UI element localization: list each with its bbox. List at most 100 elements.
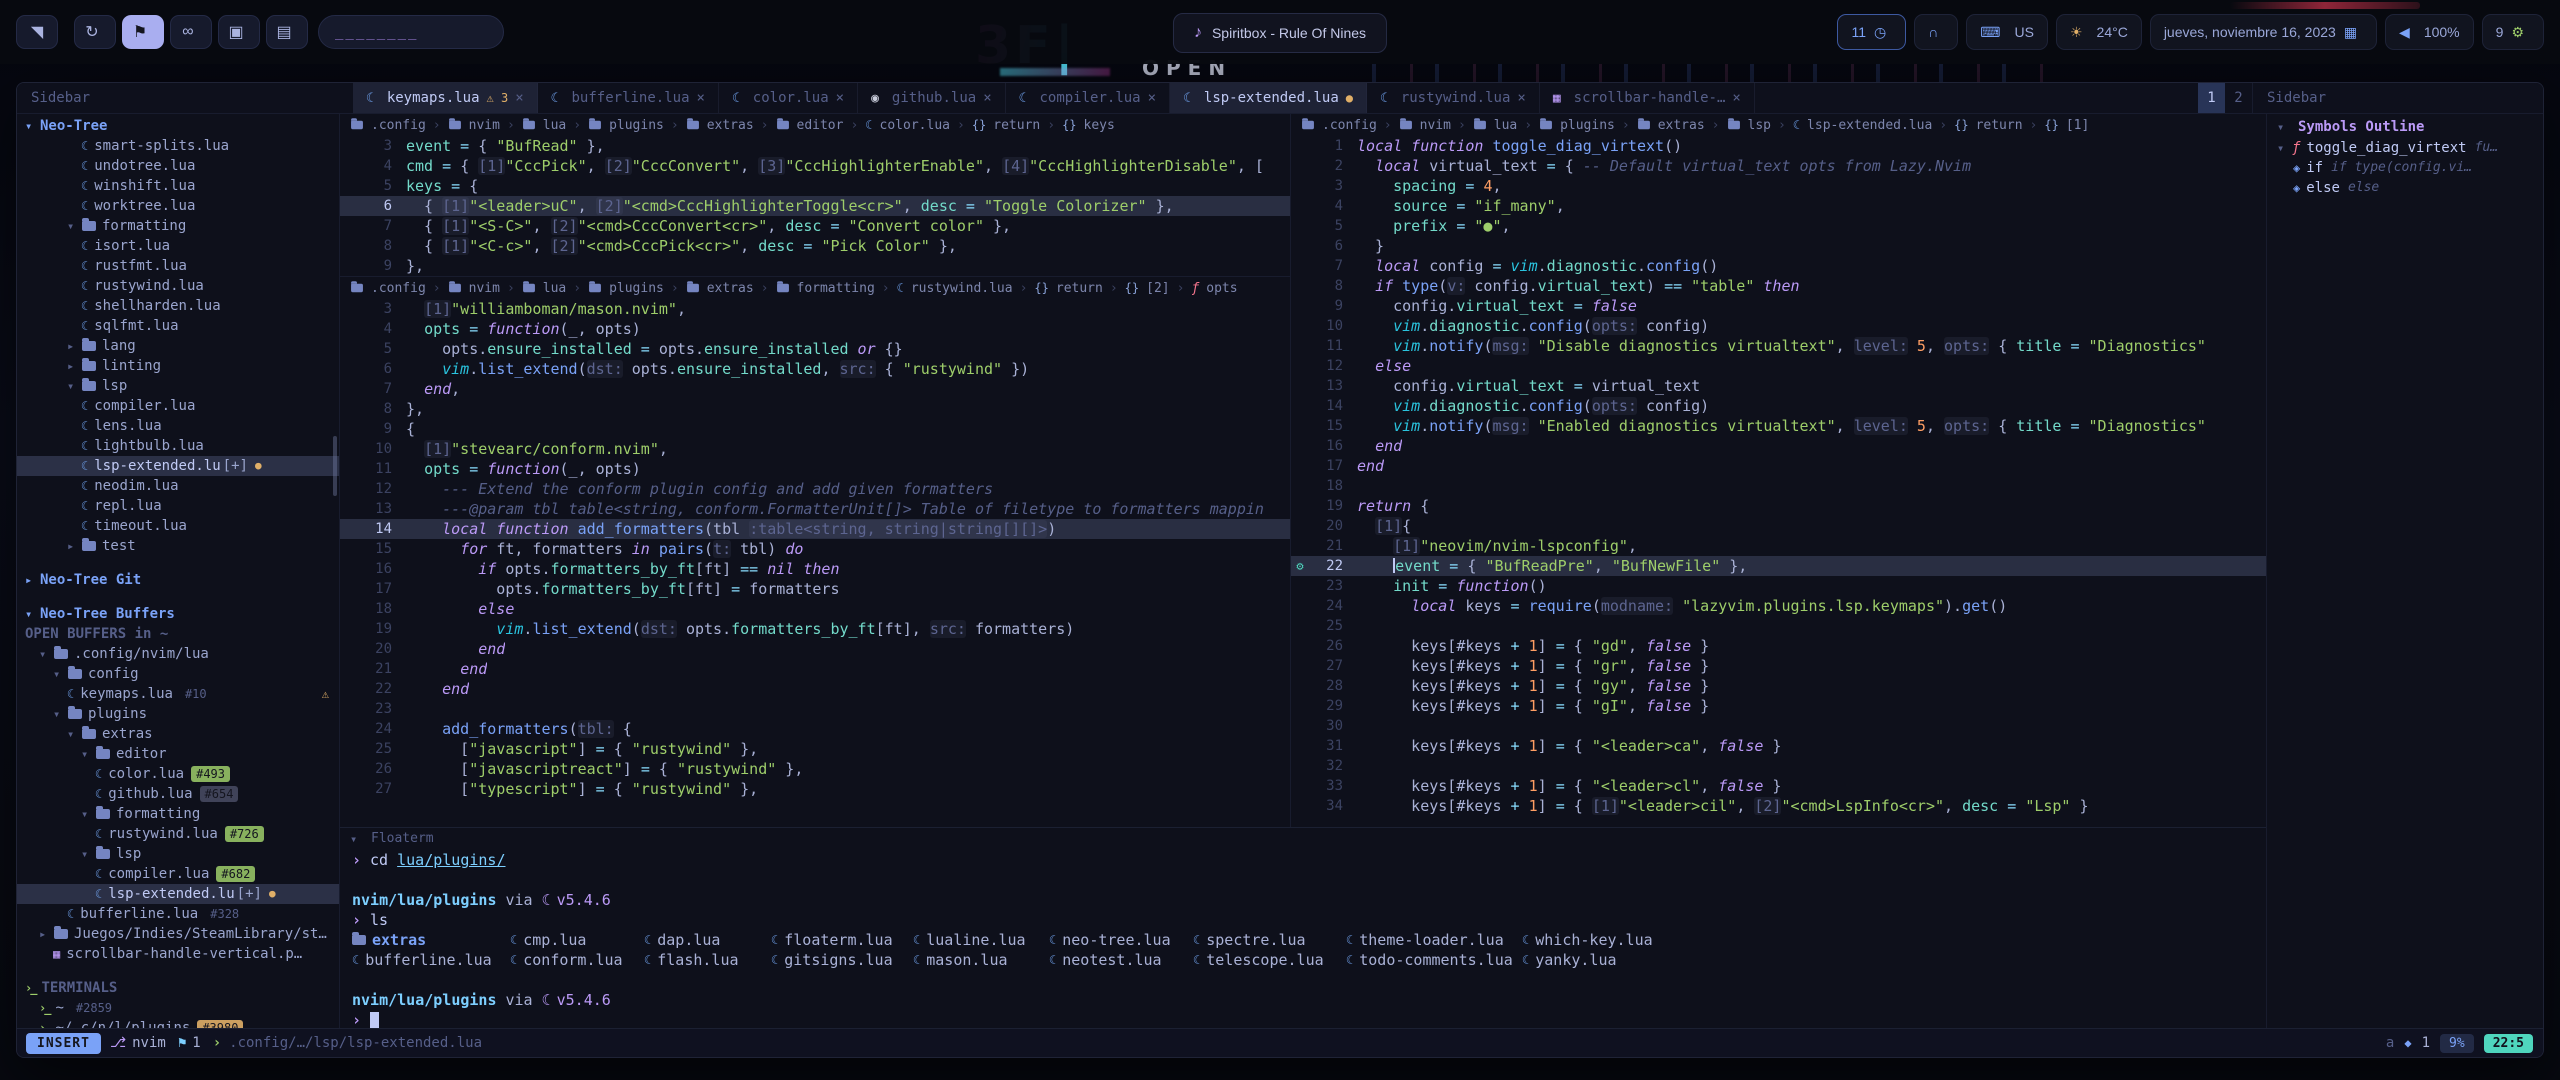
media-notification[interactable]: ♪ Spiritbox - Rule Of Nines bbox=[1173, 13, 1387, 53]
tree-item[interactable]: ☾rustywind.lua bbox=[17, 276, 339, 296]
tree-item[interactable]: ▸Juegos/Indies/SteamLibrary/st… bbox=[17, 924, 339, 944]
neotree-header[interactable]: ▾Neo-Tree Buffers bbox=[17, 604, 339, 624]
tabpage-1[interactable]: 1 bbox=[2198, 83, 2225, 113]
weather-module[interactable]: ☀24°C bbox=[2056, 14, 2142, 50]
tab-compiler.lua[interactable]: ☾compiler.lua× bbox=[1006, 83, 1170, 113]
tree-item[interactable]: ☾lsp-extended.lu[+]● bbox=[17, 884, 339, 904]
tree-item[interactable]: ☾undotree.lua bbox=[17, 156, 339, 176]
tree-item[interactable]: ☾smart-splits.lua bbox=[17, 136, 339, 156]
breadcrumb-segment[interactable]: .config bbox=[371, 281, 426, 296]
breadcrumb-segment[interactable]: nvim bbox=[469, 281, 500, 296]
breadcrumb-segment[interactable]: .config bbox=[371, 118, 426, 133]
tree-item[interactable]: ☾compiler.lua bbox=[17, 396, 339, 416]
breadcrumb-segment[interactable]: extras bbox=[1658, 118, 1705, 133]
tree-item[interactable]: ☾isort.lua bbox=[17, 236, 339, 256]
tree-item[interactable]: ☾lightbulb.lua bbox=[17, 436, 339, 456]
neotree-subhead[interactable]: ›_TERMINALS bbox=[17, 978, 339, 998]
tree-item[interactable]: ☾neodim.lua bbox=[17, 476, 339, 496]
headphones-module[interactable]: ∩ bbox=[1914, 14, 1958, 50]
tree-item[interactable]: ▾config bbox=[17, 664, 339, 684]
close-icon[interactable]: × bbox=[1732, 90, 1740, 106]
tree-item[interactable]: ☾sqlfmt.lua bbox=[17, 316, 339, 336]
tab-scrollbar-handle-…[interactable]: ▦scrollbar-handle-…× bbox=[1540, 83, 1755, 113]
breadcrumb-segment[interactable]: plugins bbox=[1560, 118, 1615, 133]
tree-item[interactable]: ☾bufferline.lua#328 bbox=[17, 904, 339, 924]
breadcrumb-segment[interactable]: .config bbox=[1322, 118, 1377, 133]
tree-item[interactable]: ☾winshift.lua bbox=[17, 176, 339, 196]
tree-item[interactable]: ▸linting bbox=[17, 356, 339, 376]
floaterm-titlebar[interactable]: ▾ Floaterm bbox=[340, 828, 2266, 850]
tab-lsp-extended.lua[interactable]: ☾lsp-extended.lua● bbox=[1170, 83, 1367, 113]
tree-item[interactable]: ▸test bbox=[17, 536, 339, 556]
workspace-button-link[interactable]: ∞ bbox=[170, 15, 212, 49]
breadcrumb-segment[interactable]: nvim bbox=[469, 118, 500, 133]
tree-item[interactable]: ▦scrollbar-handle-vertical.p… bbox=[17, 944, 339, 964]
workspace-button-refresh[interactable]: ↻ bbox=[74, 15, 116, 49]
tree-item[interactable]: ▾extras bbox=[17, 724, 339, 744]
breadcrumb-segment[interactable]: rustywind.lua bbox=[911, 281, 1013, 296]
breadcrumb-segment[interactable]: color.lua bbox=[880, 118, 950, 133]
tree-item[interactable]: ☾compiler.lua#682 bbox=[17, 864, 339, 884]
close-icon[interactable]: × bbox=[1148, 90, 1156, 106]
tree-item[interactable]: ▾editor bbox=[17, 744, 339, 764]
breadcrumb-segment[interactable]: keys bbox=[1084, 118, 1115, 133]
breadcrumb-segment[interactable]: lua bbox=[1494, 118, 1517, 133]
tree-item[interactable]: ›_~/.c/n/l/plugins#3980 bbox=[17, 1018, 339, 1028]
close-icon[interactable]: × bbox=[1517, 90, 1525, 106]
breadcrumb-segment[interactable]: return bbox=[993, 118, 1040, 133]
tree-item[interactable]: ☾rustfmt.lua bbox=[17, 256, 339, 276]
tree-item[interactable]: ☾lens.lua bbox=[17, 416, 339, 436]
sidebar-scrollbar-handle[interactable] bbox=[333, 436, 337, 496]
neotree-subhead[interactable]: OPEN BUFFERS in ~ bbox=[17, 624, 339, 644]
breadcrumb-segment[interactable]: lua bbox=[543, 281, 566, 296]
keyboard-layout-module[interactable]: ⌨US bbox=[1966, 14, 2048, 50]
breadcrumb-segment[interactable]: extras bbox=[707, 118, 754, 133]
neotree-header[interactable]: ▾Neo-Tree bbox=[17, 116, 339, 136]
tree-item[interactable]: ☾lsp-extended.lu[+]● bbox=[17, 456, 339, 476]
tab-rustywind.lua[interactable]: ☾rustywind.lua× bbox=[1367, 83, 1540, 113]
breadcrumb-segment[interactable]: lsp bbox=[1748, 118, 1771, 133]
close-icon[interactable]: × bbox=[983, 90, 991, 106]
tab-bufferline.lua[interactable]: ☾bufferline.lua× bbox=[538, 83, 719, 113]
updates-module[interactable]: 11◷ bbox=[1837, 14, 1906, 50]
breadcrumb-segment[interactable]: formatting bbox=[797, 281, 875, 296]
breadcrumb-segment[interactable]: return bbox=[1056, 281, 1103, 296]
workspace-button-copy[interactable]: ▣ bbox=[218, 15, 260, 49]
breadcrumb-segment[interactable]: nvim bbox=[1420, 118, 1451, 133]
breadcrumb-segment[interactable]: [2] bbox=[1146, 281, 1169, 296]
close-icon[interactable]: × bbox=[697, 90, 705, 106]
tree-item[interactable]: ▾plugins bbox=[17, 704, 339, 724]
tab-keymaps.lua[interactable]: ☾keymaps.lua⚠ 3× bbox=[353, 83, 538, 113]
breadcrumb-segment[interactable]: plugins bbox=[609, 118, 664, 133]
tree-item[interactable]: ☾github.lua#654 bbox=[17, 784, 339, 804]
workspace-button-flag[interactable]: ⚑ bbox=[122, 15, 164, 49]
tabpage-2[interactable]: 2 bbox=[2225, 83, 2252, 113]
outline-item[interactable]: ◈ifif type(config.vi… bbox=[2267, 158, 2543, 178]
breadcrumb-segment[interactable]: opts bbox=[1206, 281, 1237, 296]
tree-item[interactable]: ☾timeout.lua bbox=[17, 516, 339, 536]
outline-item[interactable]: ◈elseelse bbox=[2267, 178, 2543, 198]
tray-module[interactable]: 9⚙ bbox=[2482, 14, 2544, 50]
tree-item[interactable]: ☾color.lua#493 bbox=[17, 764, 339, 784]
tree-item[interactable]: ☾shellharden.lua bbox=[17, 296, 339, 316]
close-icon[interactable]: × bbox=[836, 90, 844, 106]
breadcrumb-segment[interactable]: lua bbox=[543, 118, 566, 133]
neotree-header[interactable]: ▸Neo-Tree Git bbox=[17, 570, 339, 590]
tree-item[interactable]: ›_~#2859 bbox=[17, 998, 339, 1018]
breadcrumb-segment[interactable]: return bbox=[1976, 118, 2023, 133]
tree-item[interactable]: ▾.config/nvim/lua bbox=[17, 644, 339, 664]
tab-color.lua[interactable]: ☾color.lua× bbox=[719, 83, 858, 113]
breadcrumb-segment[interactable]: [1] bbox=[2066, 118, 2089, 133]
breadcrumb-segment[interactable]: editor bbox=[797, 118, 844, 133]
tree-item[interactable]: ☾rustywind.lua#726 bbox=[17, 824, 339, 844]
volume-module[interactable]: ◀100% bbox=[2385, 14, 2474, 50]
date-module[interactable]: jueves, noviembre 16, 2023▦ bbox=[2150, 14, 2377, 50]
launcher-button[interactable]: ◥ bbox=[16, 15, 58, 49]
tree-item[interactable]: ☾repl.lua bbox=[17, 496, 339, 516]
tree-item[interactable]: ▾lsp bbox=[17, 376, 339, 396]
tree-item[interactable]: ☾keymaps.lua#10⚠ bbox=[17, 684, 339, 704]
topbar-search-input[interactable] bbox=[318, 15, 504, 49]
breadcrumb-segment[interactable]: lsp-extended.lua bbox=[1807, 118, 1932, 133]
tree-item[interactable]: ☾worktree.lua bbox=[17, 196, 339, 216]
outline-item[interactable]: ▾ƒtoggle_diag_virtextfu… bbox=[2267, 138, 2543, 158]
